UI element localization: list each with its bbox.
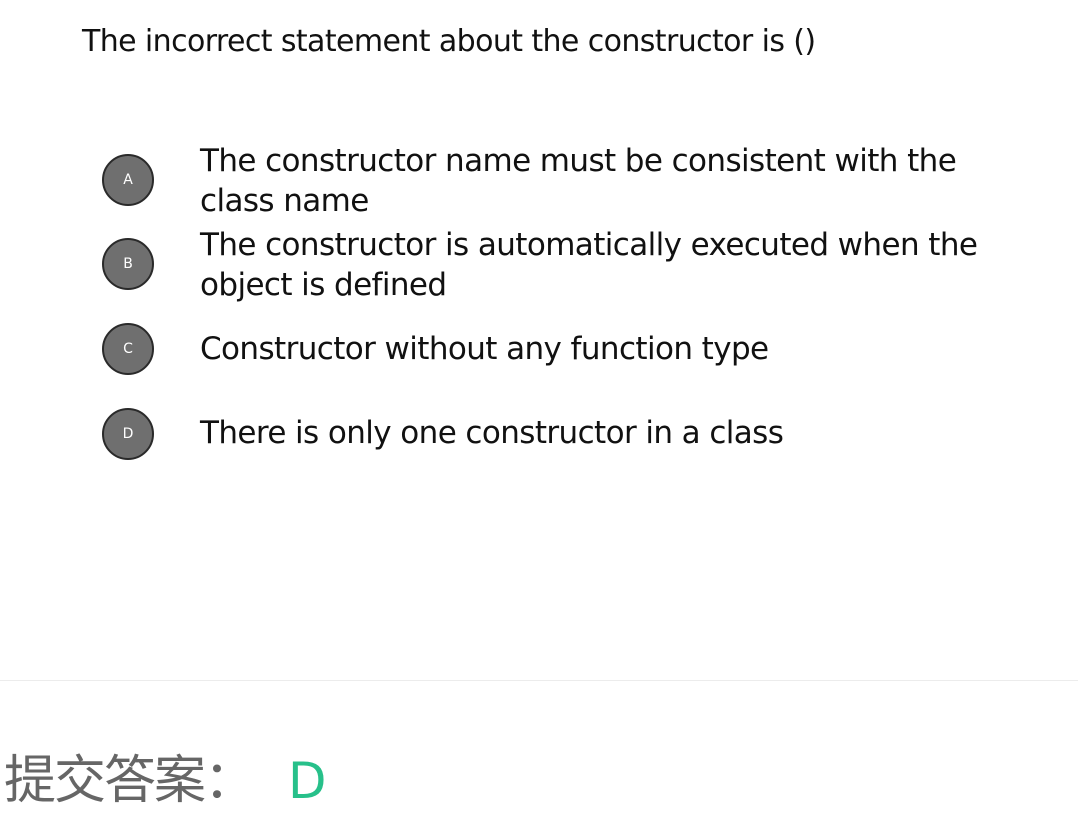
answer-value: D bbox=[288, 752, 327, 810]
option-d-text: There is only one constructor in a class bbox=[200, 415, 784, 451]
option-d-badge[interactable]: D bbox=[102, 408, 154, 460]
option-a-badge[interactable]: A bbox=[102, 154, 154, 206]
option-b-text: The constructor is automatically execute… bbox=[200, 227, 978, 303]
submitted-answer: 提交答案： D bbox=[4, 746, 327, 816]
answer-label: 提交答案： bbox=[4, 751, 256, 811]
divider bbox=[0, 680, 1078, 681]
options-list: A The constructor name must be consisten… bbox=[0, 0, 1078, 500]
option-a-text: The constructor name must be consistent … bbox=[200, 143, 957, 219]
option-b-badge[interactable]: B bbox=[102, 238, 154, 290]
option-c-badge[interactable]: C bbox=[102, 323, 154, 375]
option-c-text: Constructor without any function type bbox=[200, 331, 769, 367]
